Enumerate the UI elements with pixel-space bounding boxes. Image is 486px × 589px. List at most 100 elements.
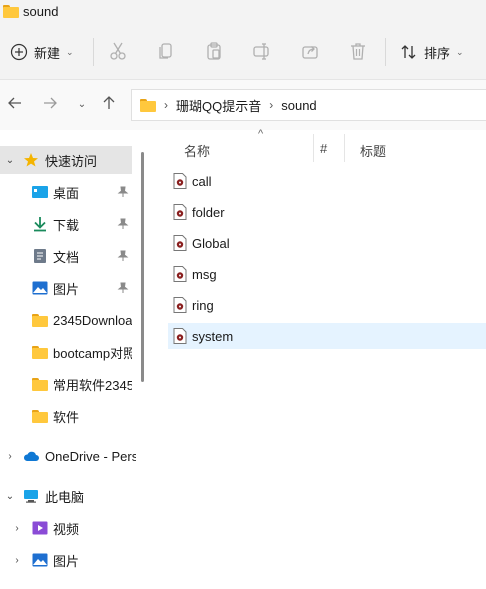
arrow-right-icon	[44, 97, 57, 109]
nav-label: 此电脑	[45, 489, 85, 505]
file-row[interactable]: system	[168, 323, 486, 349]
audio-file-icon	[173, 297, 187, 313]
address-bar-row: ⌄ › 珊瑚QQ提示音 › sound	[0, 80, 486, 130]
audio-file-icon	[173, 235, 187, 251]
back-button[interactable]	[5, 95, 25, 115]
desktop-icon	[32, 186, 48, 198]
chevron-right-icon: ›	[269, 98, 274, 112]
folder-icon	[32, 410, 48, 426]
window-title: sound	[23, 3, 59, 19]
breadcrumb-item[interactable]: 珊瑚QQ提示音	[176, 96, 261, 115]
delete-icon[interactable]	[348, 41, 368, 61]
toolbar-divider	[93, 38, 94, 66]
column-header-name[interactable]: ^ 名称	[168, 128, 313, 166]
chevron-right-icon[interactable]: ›	[12, 555, 22, 566]
folder-icon	[32, 346, 48, 362]
file-row[interactable]: folder	[168, 199, 486, 225]
sort-icon	[401, 45, 416, 59]
copy-icon[interactable]	[156, 41, 176, 61]
nav-this-pc[interactable]: ⌄ 此电脑	[0, 482, 132, 510]
nav-scrollbar-thumb[interactable]	[141, 152, 144, 382]
sort-button[interactable]: 排序 ⌄	[400, 40, 464, 64]
chevron-down-icon: ⌄	[456, 46, 464, 57]
nav-quick-access[interactable]: ⌄ 快速访问	[0, 146, 132, 174]
star-icon	[24, 153, 38, 167]
forward-button[interactable]	[40, 95, 60, 115]
nav-item-desktop[interactable]: 桌面	[0, 178, 132, 206]
nav-item-documents[interactable]: 文档	[0, 242, 132, 270]
recent-locations-button[interactable]: ⌄	[72, 95, 92, 115]
nav-label: 2345Downloa	[53, 312, 132, 328]
nav-item-pictures[interactable]: 图片	[0, 274, 132, 302]
nav-item-folder[interactable]: 软件	[0, 402, 132, 430]
column-header-title[interactable]: 标题	[345, 130, 486, 166]
address-box[interactable]: › 珊瑚QQ提示音 › sound	[131, 89, 486, 121]
breadcrumb-item[interactable]: sound	[281, 98, 316, 113]
pin-icon[interactable]	[117, 186, 129, 198]
computer-icon	[24, 490, 38, 503]
share-icon[interactable]	[300, 41, 320, 61]
nav-item-folder[interactable]: bootcamp对照	[0, 338, 132, 366]
navigation-pane: ⌄ 快速访问 桌面 下载 文档 图片 2345Downloa bootcamp对…	[0, 130, 150, 589]
nav-label: 视频	[53, 521, 80, 537]
nav-label: 桌面	[53, 185, 80, 201]
chevron-down-icon[interactable]: ⌄	[5, 155, 15, 166]
pictures-icon	[32, 553, 48, 567]
pin-icon[interactable]	[117, 282, 129, 294]
title-bar: sound	[0, 0, 486, 22]
pin-icon[interactable]	[117, 218, 129, 230]
new-button-label: 新建	[34, 45, 61, 61]
column-header-label: #	[320, 141, 328, 156]
file-name: system	[192, 328, 234, 344]
document-icon	[34, 249, 46, 263]
cloud-icon	[23, 451, 39, 461]
file-row[interactable]: call	[168, 168, 486, 194]
nav-item-folder[interactable]: 2345Downloa	[0, 306, 132, 334]
nav-label: 图片	[53, 281, 80, 297]
new-button[interactable]: 新建 ⌄	[10, 40, 74, 64]
chevron-down-icon[interactable]: ⌄	[5, 491, 15, 502]
nav-label: 文档	[53, 249, 80, 265]
audio-file-icon	[173, 266, 187, 282]
column-header-label: 名称	[184, 144, 211, 159]
audio-file-icon	[173, 328, 187, 344]
file-row[interactable]: msg	[168, 261, 486, 287]
video-icon	[32, 521, 48, 535]
up-button[interactable]	[99, 95, 119, 115]
file-row[interactable]: ring	[168, 292, 486, 318]
file-name: msg	[192, 266, 217, 282]
file-name: ring	[192, 297, 214, 313]
nav-item-videos[interactable]: › 视频	[0, 514, 132, 542]
nav-label: 快速访问	[45, 153, 98, 169]
sort-button-label: 排序	[424, 45, 451, 61]
folder-icon	[140, 98, 156, 112]
download-icon	[34, 217, 46, 232]
arrow-left-icon	[8, 97, 21, 109]
file-name: call	[192, 173, 212, 189]
nav-item-folder[interactable]: 常用软件2345	[0, 370, 132, 398]
nav-item-pc-pictures[interactable]: › 图片	[0, 546, 132, 574]
column-header-number[interactable]: #	[314, 130, 344, 166]
file-row[interactable]: Global	[168, 230, 486, 256]
plus-circle-icon	[10, 43, 28, 61]
pin-icon[interactable]	[117, 250, 129, 262]
nav-label: 下载	[53, 217, 80, 233]
file-name: folder	[192, 204, 225, 220]
paste-icon[interactable]	[204, 41, 224, 61]
chevron-right-icon[interactable]: ›	[12, 523, 22, 534]
cut-icon[interactable]	[108, 41, 128, 61]
audio-file-icon	[173, 204, 187, 220]
nav-label: bootcamp对照	[53, 345, 132, 361]
nav-onedrive[interactable]: › OneDrive - Pers	[0, 442, 136, 470]
column-header-label: 标题	[360, 144, 387, 159]
pictures-icon	[32, 281, 48, 295]
chevron-right-icon[interactable]: ›	[5, 451, 15, 462]
nav-item-downloads[interactable]: 下载	[0, 210, 132, 238]
rename-icon[interactable]	[252, 41, 272, 61]
toolbar-divider	[385, 38, 386, 66]
file-name: Global	[192, 235, 230, 251]
chevron-right-icon: ›	[164, 98, 168, 112]
folder-icon	[3, 4, 19, 18]
audio-file-icon	[173, 173, 187, 189]
nav-label: 图片	[53, 553, 80, 569]
